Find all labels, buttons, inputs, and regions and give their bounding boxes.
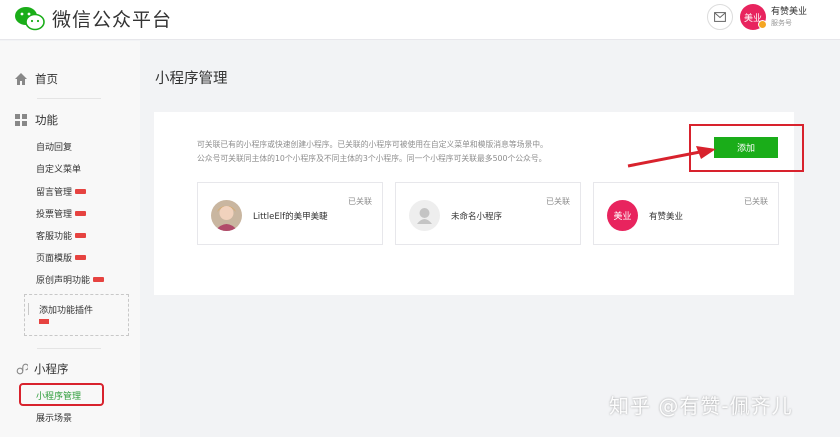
miniprogram-status: 已关联: [546, 197, 570, 206]
miniprogram-name: 有赞美业: [649, 212, 684, 222]
new-badge: [93, 277, 105, 282]
miniprogram-name: LittleElf的美甲美睫: [253, 212, 328, 222]
miniprogram-status: 已关联: [744, 197, 768, 206]
miniprogram-card[interactable]: 未命名小程序 已关联: [395, 182, 581, 245]
miniprogram-card[interactable]: 美业 有赞美业 已关联: [593, 182, 779, 245]
watermark: 知乎 @有赞-佩齐儿: [609, 394, 793, 418]
miniprogram-name: 未命名小程序: [451, 212, 503, 222]
sidebar-item-votes[interactable]: 投票管理: [36, 207, 87, 220]
plugin-marker: [28, 303, 29, 315]
sidebar-home-label: 首页: [35, 72, 58, 86]
sidebar-item-auto-reply[interactable]: 自动回复: [36, 140, 72, 153]
new-badge: [75, 211, 87, 216]
grid-icon: [15, 114, 27, 126]
description-line-1: 可关联已有的小程序或快速创建小程序。已关联的小程序可被使用在自定义菜单和模版消息…: [197, 140, 548, 149]
sidebar-miniprogram-label: 小程序: [34, 362, 69, 376]
sidebar-features-label: 功能: [35, 113, 58, 127]
sidebar-divider: [37, 98, 101, 99]
top-bar: 微信公众平台 美业 有赞美业 服务号: [0, 0, 840, 40]
description-line-2: 公众号可关联同主体的10个小程序及不同主体的3个小程序。同一个小程序可关联最多5…: [197, 154, 547, 163]
mail-icon: [714, 12, 726, 22]
home-icon: [15, 73, 27, 85]
sidebar-divider: [37, 348, 101, 349]
sidebar-item-customer-service[interactable]: 客服功能: [36, 229, 87, 242]
add-plugin-label: 添加功能插件: [39, 306, 94, 316]
miniprogram-card[interactable]: LittleElf的美甲美睫 已关联: [197, 182, 383, 245]
wechat-logo-icon[interactable]: [14, 6, 46, 32]
miniprogram-avatar: [409, 200, 440, 231]
page-title: 小程序管理: [155, 71, 228, 87]
sidebar-item-miniprogram-manage[interactable]: 小程序管理: [19, 383, 104, 406]
new-badge: [75, 233, 87, 238]
sidebar-section-features: 功能: [14, 112, 58, 128]
verified-badge-icon: [758, 20, 767, 29]
sidebar-item-original-declaration[interactable]: 原创声明功能: [36, 273, 105, 286]
account-type: 服务号: [771, 19, 792, 27]
sidebar-item-comments[interactable]: 留言管理: [36, 185, 87, 198]
sidebar-section-miniprogram: 小程序: [16, 361, 69, 377]
brand-title[interactable]: 微信公众平台: [52, 5, 172, 32]
sidebar-item-home[interactable]: 首页: [14, 71, 58, 87]
account-name[interactable]: 有赞美业: [771, 4, 807, 17]
new-badge: [39, 319, 49, 324]
mail-button[interactable]: [707, 4, 733, 30]
add-button[interactable]: 添加: [714, 137, 778, 158]
sidebar-item-showcase[interactable]: 展示场景: [36, 411, 72, 424]
miniprogram-avatar: 美业: [607, 200, 638, 231]
sidebar-item-page-templates[interactable]: 页面模版: [36, 251, 87, 264]
sidebar-item-custom-menu[interactable]: 自定义菜单: [36, 162, 81, 175]
add-plugin-button[interactable]: 添加功能插件: [24, 294, 129, 336]
arrow-annotation-icon: [627, 146, 716, 168]
new-badge: [75, 255, 87, 260]
new-badge: [75, 189, 87, 194]
miniprogram-avatar: [211, 200, 242, 231]
sidebar-item-label: 小程序管理: [36, 392, 82, 402]
miniprogram-status: 已关联: [348, 197, 372, 206]
user-placeholder-icon: [417, 208, 432, 224]
description: 可关联已有的小程序或快速创建小程序。已关联的小程序可被使用在自定义菜单和模版消息…: [197, 138, 617, 166]
miniprogram-icon: [16, 363, 28, 375]
